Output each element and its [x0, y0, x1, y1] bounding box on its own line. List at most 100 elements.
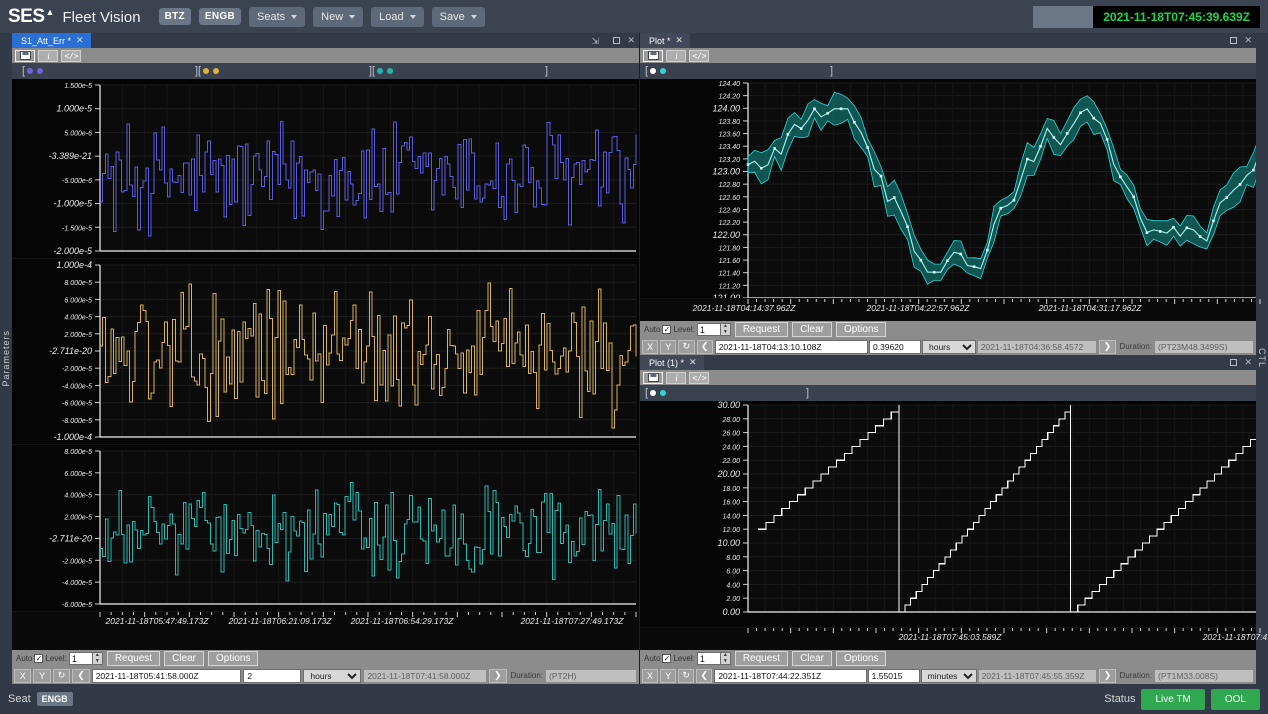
close-icon[interactable]: ✕ — [76, 35, 84, 46]
clear-button[interactable]: Clear — [164, 651, 204, 666]
level-input[interactable] — [68, 652, 93, 665]
info-icon[interactable]: i — [38, 49, 58, 62]
start-time-input[interactable] — [714, 339, 868, 354]
span-value-input[interactable] — [867, 668, 920, 683]
refresh-icon[interactable]: ↻ — [678, 339, 695, 354]
maximize-icon[interactable] — [1230, 359, 1238, 366]
level-spin-buttons[interactable]: ▲ ▼ — [720, 652, 731, 665]
request-button[interactable]: Request — [734, 322, 789, 337]
timezone-chip[interactable]: BTZ — [158, 8, 191, 25]
next-icon[interactable]: ❯ — [1099, 339, 1116, 354]
level-input[interactable] — [696, 652, 721, 665]
close-icon[interactable]: ✕ — [1244, 35, 1252, 46]
x-axis-button[interactable]: X — [642, 339, 659, 354]
close-icon[interactable]: ✕ — [689, 357, 697, 368]
level-input[interactable] — [696, 323, 721, 336]
snapshot-icon[interactable] — [643, 371, 663, 384]
chart-att-err-z[interactable]: 8.000e-5 6.000e-5 4.000e-5 2.000e-5 -2.711e-… — [12, 445, 639, 612]
menu-save[interactable]: Save — [431, 6, 485, 27]
ctl-rail[interactable]: CTL — [1256, 33, 1268, 684]
legend-dot[interactable] — [650, 390, 657, 396]
start-time-input[interactable] — [91, 668, 242, 683]
legend-dot[interactable] — [27, 68, 34, 74]
end-time-input[interactable] — [363, 668, 488, 683]
tab-s1-att-err[interactable]: S1_Att_Err * ✕ — [12, 33, 91, 48]
maximize-icon[interactable] — [613, 37, 621, 44]
clear-button[interactable]: Clear — [792, 322, 832, 337]
legend-dot[interactable] — [660, 390, 667, 396]
menu-load[interactable]: Load — [371, 6, 424, 27]
span-value-input[interactable] — [243, 668, 302, 683]
menu-new[interactable]: New — [313, 6, 364, 27]
legend-dot[interactable] — [660, 68, 667, 74]
request-button[interactable]: Request — [734, 651, 789, 666]
legend-group-1[interactable]: [ — [645, 387, 668, 399]
auto-checkbox[interactable]: ✓ — [34, 654, 44, 663]
clear-button[interactable]: Clear — [792, 651, 832, 666]
tab-plot[interactable]: Plot * ✕ — [640, 33, 691, 48]
chart-att-err-x[interactable]: 1.500e-5 1.000e-5 5.000e-6 -3.389e-21 -5.000… — [12, 79, 639, 259]
chart-plot-telemetry[interactable]: 124.40 124.20 124.00 123.80 123.60 123.40 123.… — [640, 79, 1256, 299]
legend-group-4[interactable]: ] — [545, 65, 548, 77]
spin-down-icon[interactable]: ▼ — [721, 658, 730, 665]
code-icon[interactable]: </> — [61, 49, 81, 62]
request-button[interactable]: Request — [106, 651, 161, 666]
legend-group-2[interactable]: ] — [830, 65, 833, 77]
options-button[interactable]: Options — [207, 651, 259, 666]
auto-checkbox[interactable]: ✓ — [662, 654, 672, 663]
maximize-icon[interactable] — [1230, 37, 1238, 44]
legend-dot[interactable] — [213, 68, 220, 74]
menu-seats[interactable]: Seats — [249, 6, 306, 27]
info-icon[interactable]: i — [666, 49, 686, 62]
refresh-icon[interactable]: ↻ — [52, 668, 71, 683]
seat-chip[interactable]: ENGB — [198, 8, 241, 25]
next-icon[interactable]: ❯ — [1099, 668, 1116, 683]
next-icon[interactable]: ❯ — [489, 668, 507, 683]
end-time-input[interactable] — [976, 339, 1098, 354]
legend-dot[interactable] — [387, 68, 394, 74]
span-unit-select[interactable]: hours — [921, 339, 976, 354]
span-unit-select[interactable]: hours — [303, 668, 362, 683]
x-axis-button[interactable]: X — [14, 668, 32, 683]
spin-down-icon[interactable]: ▼ — [93, 658, 102, 665]
tab-plot-1[interactable]: Plot (1) * ✕ — [640, 355, 704, 370]
legend-dot[interactable] — [650, 68, 657, 74]
legend-group-3[interactable]: ][ — [369, 65, 395, 77]
end-time-input[interactable] — [977, 668, 1098, 683]
auto-checkbox[interactable]: ✓ — [662, 325, 672, 334]
y-axis-button[interactable]: Y — [660, 339, 677, 354]
legend-group-2[interactable]: ][ — [195, 65, 221, 77]
level-stepper[interactable]: ▲▼ — [68, 652, 103, 665]
refresh-icon[interactable]: ↻ — [678, 668, 695, 683]
snapshot-icon[interactable] — [15, 49, 35, 62]
prev-icon[interactable]: ❮ — [696, 668, 713, 683]
span-value-input[interactable] — [868, 339, 921, 354]
legend-group-1[interactable]: [ — [645, 65, 668, 77]
level-stepper[interactable]: ▲▼ — [696, 652, 731, 665]
x-axis-button[interactable]: X — [642, 668, 659, 683]
legend-dot[interactable] — [37, 68, 44, 74]
live-tm-button[interactable]: Live TM — [1141, 688, 1205, 710]
code-icon[interactable]: </> — [689, 371, 709, 384]
span-unit-select[interactable]: minutes — [920, 668, 977, 683]
ool-button[interactable]: OOL — [1210, 688, 1260, 710]
close-icon[interactable]: ✕ — [676, 35, 684, 46]
legend-group-1[interactable]: [ — [22, 65, 45, 77]
prev-icon[interactable]: ❮ — [72, 668, 90, 683]
code-icon[interactable]: </> — [689, 49, 709, 62]
legend-dot[interactable] — [377, 68, 384, 74]
info-icon[interactable]: i — [666, 371, 686, 384]
legend-group-2[interactable]: ] — [806, 387, 809, 399]
prev-icon[interactable]: ❮ — [696, 339, 713, 354]
y-axis-button[interactable]: Y — [660, 668, 677, 683]
seat-value-chip[interactable]: ENGB — [36, 692, 73, 706]
snapshot-icon[interactable] — [643, 49, 663, 62]
close-icon[interactable]: ✕ — [627, 35, 635, 46]
level-spin-buttons[interactable]: ▲ ▼ — [720, 323, 731, 336]
chart-att-err-y[interactable]: 1.000e-4 8.000e-5 6.000e-5 4.000e-5 2.000e-5… — [12, 259, 639, 445]
start-time-input[interactable] — [714, 668, 867, 683]
spin-down-icon[interactable]: ▼ — [721, 329, 730, 336]
options-button[interactable]: Options — [835, 322, 887, 337]
pin-icon[interactable]: ⇲ — [591, 36, 599, 47]
level-stepper[interactable]: ▲▼ — [696, 323, 731, 336]
